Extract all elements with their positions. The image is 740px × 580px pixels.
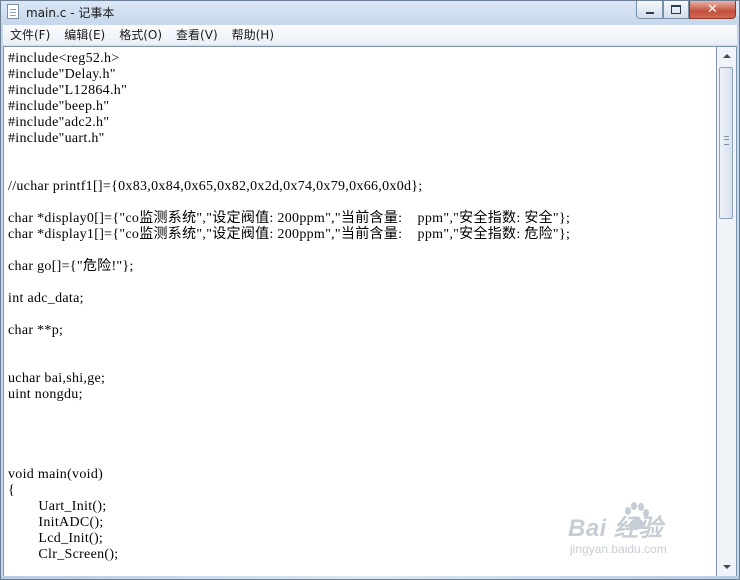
window-title: main.c - 记事本 <box>26 6 115 20</box>
code-line: #include"beep.h" <box>8 99 110 114</box>
menu-help[interactable]: 帮助(H) <box>225 25 281 45</box>
code-line: uint nongdu; <box>8 387 83 402</box>
notepad-window: main.c - 记事本 ✕ 文件(F) 编辑(E) 格式(O) 查看(V) 帮… <box>0 0 740 580</box>
code-line: void main(void) <box>8 467 104 482</box>
menu-format[interactable]: 格式(O) <box>112 25 169 45</box>
notepad-icon[interactable] <box>7 4 19 19</box>
arrow-up-icon <box>722 54 731 58</box>
code-line: #include"uart.h" <box>8 131 105 146</box>
vertical-scrollbar[interactable] <box>717 46 737 577</box>
maximize-icon <box>671 5 681 14</box>
code-line: char go[]={"危险!"}; <box>8 259 134 274</box>
menu-edit[interactable]: 编辑(E) <box>57 25 112 45</box>
window-bottom-edge <box>1 576 739 579</box>
minimize-button[interactable] <box>636 1 663 19</box>
minimize-icon <box>645 11 654 14</box>
scroll-up-button[interactable] <box>717 47 736 65</box>
code-line: #include"adc2.h" <box>8 115 110 130</box>
close-icon: ✕ <box>707 2 718 17</box>
grip-icon <box>724 136 729 145</box>
code-line: char **p; <box>8 323 64 338</box>
menu-bar: 文件(F) 编辑(E) 格式(O) 查看(V) 帮助(H) <box>3 25 737 46</box>
code-line: InitADC(); <box>8 515 104 530</box>
menu-view[interactable]: 查看(V) <box>169 25 225 45</box>
code-line: Lcd_Init(); <box>8 531 104 546</box>
code-line: Uart_Init(); <box>8 499 107 514</box>
scroll-thumb[interactable] <box>719 67 733 219</box>
close-button[interactable]: ✕ <box>689 1 736 19</box>
title-bar[interactable]: main.c - 记事本 ✕ <box>1 1 739 23</box>
text-editor[interactable]: #include<reg52.h> #include"Delay.h" #inclu… <box>3 46 717 577</box>
code-line: //uchar printf1[]={0x83,0x84,0x65,0x82,0… <box>8 179 423 194</box>
menu-file[interactable]: 文件(F) <box>3 25 57 45</box>
code-line: { <box>8 483 16 498</box>
arrow-down-icon <box>722 565 731 569</box>
code-line: #include<reg52.h> <box>8 51 120 66</box>
code-line: #include"Delay.h" <box>8 67 116 82</box>
maximize-button[interactable] <box>663 1 689 19</box>
code-line: int adc_data; <box>8 291 84 306</box>
code-line: char *display1[]={"co监测系统","设定阀值: 200ppm… <box>8 227 571 242</box>
code-line: char *display0[]={"co监测系统","设定阀值: 200ppm… <box>8 211 571 226</box>
code-line: #include"L12864.h" <box>8 83 128 98</box>
code-line: Clr_Screen(); <box>8 547 119 562</box>
scroll-down-button[interactable] <box>717 558 736 576</box>
editor-text[interactable]: #include<reg52.h> #include"Delay.h" #inclu… <box>8 51 570 563</box>
code-line: uchar bai,shi,ge; <box>8 371 106 386</box>
